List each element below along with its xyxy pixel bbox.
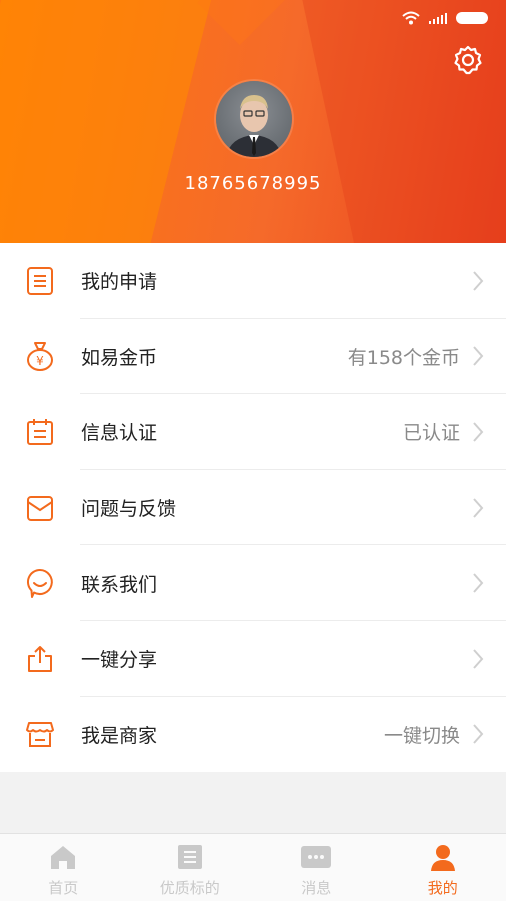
verification-status: 已认证 xyxy=(403,418,460,445)
chevron-right-icon xyxy=(472,345,484,367)
header-decoration xyxy=(0,0,214,243)
menu-item-label: 联系我们 xyxy=(81,570,157,597)
share-icon xyxy=(25,644,55,674)
list-icon xyxy=(177,844,203,870)
header-decoration xyxy=(298,0,506,243)
calendar-check-icon xyxy=(25,417,55,447)
money-bag-icon: ¥ xyxy=(25,341,55,371)
gear-icon[interactable] xyxy=(452,44,484,76)
user-icon xyxy=(429,844,457,872)
wifi-icon xyxy=(402,11,420,25)
chevron-right-icon xyxy=(472,270,484,292)
envelope-icon xyxy=(25,493,55,523)
tab-home[interactable]: 首页 xyxy=(0,834,127,901)
coins-count: 有158个金币 xyxy=(348,343,460,370)
battery-icon xyxy=(456,12,488,24)
tab-label: 我的 xyxy=(380,877,506,898)
document-list-icon xyxy=(25,266,55,296)
menu-item-label: 如易金币 xyxy=(81,343,157,370)
chevron-right-icon xyxy=(472,648,484,670)
tab-label: 首页 xyxy=(0,877,127,898)
chevron-right-icon xyxy=(472,421,484,443)
svg-text:¥: ¥ xyxy=(36,354,44,368)
avatar-photo xyxy=(216,81,292,157)
phone-number: 18765678995 xyxy=(0,173,506,194)
menu-item-label: 问题与反馈 xyxy=(81,494,176,521)
menu-item-my-applications[interactable]: 我的申请 xyxy=(0,243,506,319)
menu-item-coins[interactable]: ¥ 如易金币 有158个金币 xyxy=(0,319,506,395)
chevron-right-icon xyxy=(472,572,484,594)
menu-item-share[interactable]: 一键分享 xyxy=(0,621,506,697)
chevron-right-icon xyxy=(472,723,484,745)
menu-item-feedback[interactable]: 问题与反馈 xyxy=(0,470,506,546)
bottom-tab-bar: 首页 优质标的 消息 我的 xyxy=(0,833,506,901)
tab-featured[interactable]: 优质标的 xyxy=(127,834,254,901)
menu-item-label: 一键分享 xyxy=(81,645,157,672)
chat-smile-icon xyxy=(25,568,55,598)
menu-item-merchant[interactable]: 我是商家 一键切换 xyxy=(0,697,506,773)
storefront-icon xyxy=(25,719,55,749)
tab-label: 优质标的 xyxy=(127,877,254,898)
chevron-right-icon xyxy=(472,497,484,519)
menu-item-label: 信息认证 xyxy=(81,418,157,445)
avatar[interactable] xyxy=(216,81,292,157)
message-icon xyxy=(300,844,332,870)
menu-item-label: 我是商家 xyxy=(81,721,157,748)
tab-messages[interactable]: 消息 xyxy=(253,834,380,901)
menu-item-contact-us[interactable]: 联系我们 xyxy=(0,545,506,621)
merchant-switch-label: 一键切换 xyxy=(384,721,460,748)
home-icon xyxy=(49,844,77,870)
signal-icon xyxy=(429,13,448,24)
tab-mine[interactable]: 我的 xyxy=(380,834,506,901)
profile-header: 18765678995 xyxy=(0,0,506,243)
tab-label: 消息 xyxy=(253,877,380,898)
menu-item-verification[interactable]: 信息认证 已认证 xyxy=(0,394,506,470)
menu-list: 我的申请 ¥ 如易金币 有158个金币 信息认证 已认证 xyxy=(0,243,506,772)
status-bar xyxy=(402,8,489,28)
menu-item-label: 我的申请 xyxy=(81,267,157,294)
header-decoration xyxy=(197,0,292,45)
